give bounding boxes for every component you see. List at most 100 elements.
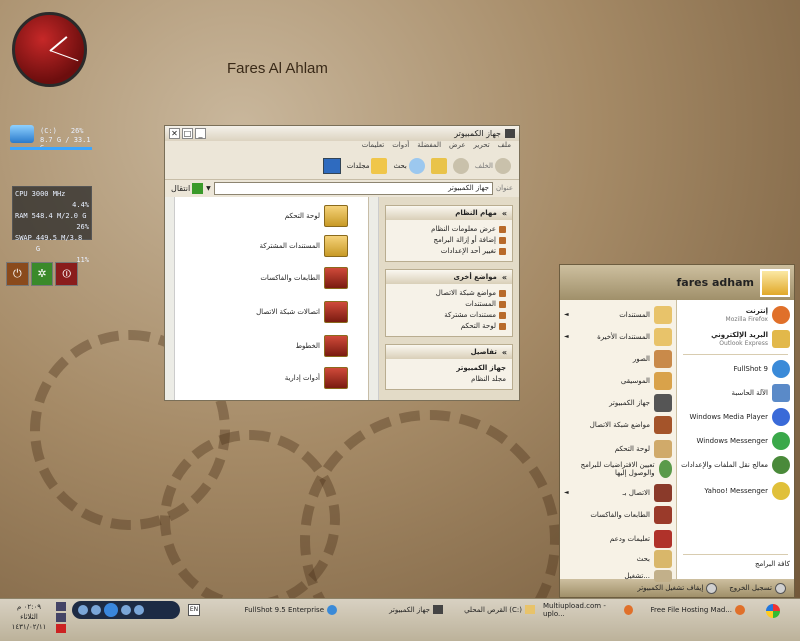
taskbar-button[interactable]: FullShot 9.5 Enterprise bbox=[236, 602, 340, 617]
logoff-button[interactable]: تسجيل الخروج bbox=[729, 582, 786, 594]
transfer-wizard-icon bbox=[772, 456, 790, 474]
maximize-icon[interactable]: □ bbox=[182, 128, 193, 139]
place-link[interactable]: مواضع شبكة الاتصال bbox=[392, 288, 506, 299]
pinned-program[interactable]: إنترنت Mozilla Firefox bbox=[726, 306, 790, 324]
pinned-program[interactable]: البريد الإلكتروني Outlook Express bbox=[711, 330, 790, 348]
restart-button[interactable]: ✲ bbox=[30, 262, 54, 286]
shutdown-button[interactable]: إيقاف تشغيل الكمبيوتر bbox=[637, 582, 718, 594]
places-item[interactable]: الاتصال بـ bbox=[623, 484, 672, 502]
file-item[interactable]: اتصالات شبكة الاتصال bbox=[256, 301, 348, 323]
file-item[interactable]: الخطوط bbox=[296, 335, 348, 357]
taskbar-button[interactable]: Free File Hosting Mad... bbox=[646, 602, 748, 617]
menu-item[interactable]: عرض bbox=[449, 141, 466, 152]
shutdown-button[interactable]: ⏻ bbox=[6, 262, 29, 286]
stop-icon[interactable] bbox=[78, 605, 88, 615]
task-link[interactable]: إضافة أو إزالة البرامج bbox=[392, 235, 506, 246]
explorer-titlebar[interactable]: ✕ □ _ جهاز الكمبيوتر bbox=[165, 126, 519, 141]
file-list-scrollbar[interactable] bbox=[165, 197, 175, 400]
go-button[interactable]: انتقال bbox=[171, 182, 204, 194]
places-item[interactable]: الموسيقى bbox=[621, 372, 672, 390]
avatar[interactable] bbox=[760, 268, 790, 297]
recent-program[interactable]: FullShot 9 bbox=[733, 360, 790, 378]
all-programs-button[interactable]: كافة البرامج bbox=[755, 560, 790, 568]
back-button[interactable]: الخلف bbox=[475, 157, 511, 174]
views-button[interactable] bbox=[322, 157, 341, 174]
menu-item[interactable]: أدوات bbox=[392, 141, 409, 152]
menu-item[interactable]: تعليمات bbox=[362, 141, 385, 152]
play-icon[interactable] bbox=[104, 603, 118, 617]
previous-icon[interactable] bbox=[91, 605, 101, 615]
up-folder-icon[interactable] bbox=[430, 157, 447, 174]
place-link-label: مواضع شبكة الاتصال bbox=[435, 289, 496, 297]
places-item[interactable]: تعيين الافتراضيات للبرامج والوصول إليها bbox=[568, 460, 672, 478]
file-item-label: الخطوط bbox=[295, 342, 320, 350]
address-dropdown-icon[interactable]: ▼ bbox=[206, 185, 211, 192]
close-icon[interactable]: ✕ bbox=[169, 128, 180, 139]
file-item[interactable]: الطابعات والفاكسات bbox=[260, 267, 348, 289]
folders-button[interactable]: مجلدات bbox=[346, 157, 388, 174]
menu-item[interactable]: تحرير bbox=[474, 141, 490, 152]
taskbar-button[interactable]: Multiupload.com - uplo... bbox=[540, 602, 636, 618]
recent-program[interactable]: الآلة الحاسبة bbox=[731, 384, 790, 402]
file-list: لوحة التحكم المستندات المشتركة الطابعات … bbox=[165, 197, 369, 400]
drive-usage-bar bbox=[10, 147, 92, 150]
search-button[interactable]: بحث bbox=[393, 157, 425, 174]
tray-icon[interactable] bbox=[56, 613, 66, 622]
place-link[interactable]: مستندات مشتركة bbox=[392, 310, 506, 321]
task-pane-scrollbar[interactable] bbox=[369, 197, 379, 400]
place-link[interactable]: لوحة التحكم bbox=[392, 321, 506, 332]
menu-item[interactable]: ملف bbox=[498, 141, 511, 152]
address-field[interactable]: جهاز الكمبيوتر bbox=[213, 181, 493, 195]
places-item[interactable]: المستندات الأخيرة bbox=[597, 328, 672, 346]
file-item[interactable]: أدوات إدارية bbox=[285, 367, 348, 389]
places-item-label: المستندات bbox=[619, 311, 650, 319]
places-item[interactable]: لوحة التحكم bbox=[615, 440, 672, 458]
next-icon[interactable] bbox=[121, 605, 131, 615]
logoff-button[interactable]: ⏼ bbox=[55, 262, 79, 286]
details-subtitle: مجلد النظام bbox=[392, 374, 506, 385]
collapse-icon[interactable]: « bbox=[502, 348, 507, 357]
collapse-icon[interactable]: « bbox=[502, 273, 507, 282]
recent-program[interactable]: Windows Media Player bbox=[689, 408, 790, 426]
places-item-label: تشغيل... bbox=[624, 572, 650, 580]
places-item[interactable]: جهاز الكمبيوتر bbox=[609, 394, 672, 412]
minimize-icon[interactable]: _ bbox=[195, 128, 206, 139]
sys-row-label: CPU bbox=[15, 190, 28, 198]
task-link[interactable]: عرض معلومات النظام bbox=[392, 224, 506, 235]
places-item[interactable]: المستندات bbox=[619, 306, 672, 324]
drive-usage-widget: (C:) 26% 8.7 G / 33.1 G bbox=[10, 125, 92, 155]
folders-label: مجلدات bbox=[346, 161, 370, 170]
firefox-icon bbox=[735, 604, 745, 615]
menu-item[interactable]: المفضلة bbox=[417, 141, 441, 152]
places-item[interactable]: الصور bbox=[633, 350, 672, 368]
places-item[interactable]: تشغيل... bbox=[624, 570, 672, 582]
volume-icon[interactable] bbox=[134, 605, 144, 615]
places-item[interactable]: بحث bbox=[637, 550, 672, 568]
places-item[interactable]: الطابعات والفاكسات bbox=[590, 506, 672, 524]
details-title-label: جهاز الكمبيوتر bbox=[456, 364, 506, 372]
recent-program[interactable]: Windows Messenger bbox=[697, 432, 790, 450]
forward-icon[interactable] bbox=[452, 157, 469, 174]
language-indicator[interactable]: EN bbox=[188, 604, 200, 616]
panel-header[interactable]: تفاصيل « bbox=[386, 345, 512, 359]
recent-program[interactable]: معالج نقل الملفات والإعدادات bbox=[681, 456, 790, 474]
drive-icon bbox=[10, 125, 34, 143]
tray-icon[interactable] bbox=[56, 624, 66, 633]
taskbar-button[interactable]: جهاز الكمبيوتر bbox=[370, 602, 446, 617]
places-item[interactable]: مواضع شبكة الاتصال bbox=[590, 416, 672, 434]
panel-header[interactable]: مواضع أخرى « bbox=[386, 270, 512, 284]
file-item[interactable]: المستندات المشتركة bbox=[260, 235, 348, 257]
taskbar-clock[interactable]: ٠٢:٠٩ م الثلاثاء ١٤٣١/٠٢/١١ bbox=[4, 602, 54, 632]
collapse-icon[interactable]: « bbox=[502, 209, 507, 218]
start-button[interactable] bbox=[758, 602, 788, 620]
file-item[interactable]: لوحة التحكم bbox=[285, 205, 348, 227]
places-item[interactable]: تعليمات ودعم bbox=[610, 530, 672, 548]
taskbar-button[interactable]: القرص المحلي (C:) bbox=[452, 602, 538, 617]
task-link[interactable]: تغيير أحد الإعدادات bbox=[392, 246, 506, 257]
place-link[interactable]: المستندات bbox=[392, 299, 506, 310]
panel-header[interactable]: مهام النظام « bbox=[386, 206, 512, 220]
recent-program[interactable]: Yahoo! Messenger bbox=[704, 482, 790, 500]
tray-icon[interactable] bbox=[56, 602, 66, 611]
task-link-label: إضافة أو إزالة البرامج bbox=[433, 236, 496, 244]
separator bbox=[683, 554, 788, 555]
